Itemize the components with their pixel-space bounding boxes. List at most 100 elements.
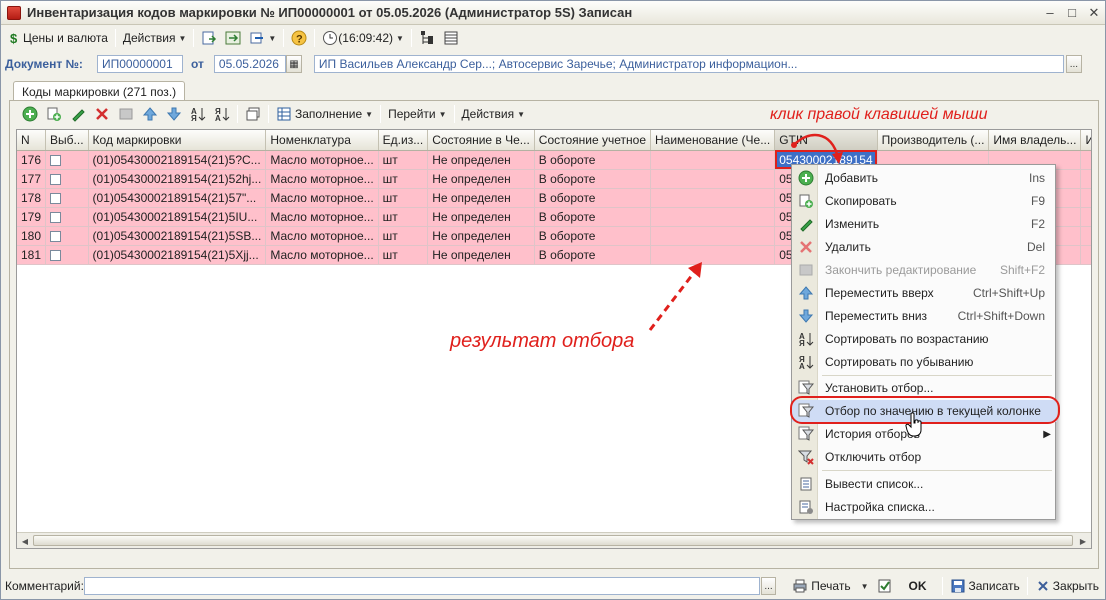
menu-item-copy[interactable]: Скопировать F9 xyxy=(792,190,1057,212)
filter-history-icon xyxy=(798,426,815,442)
sort-asc-button[interactable]: АЯ xyxy=(186,104,210,124)
close-button[interactable]: Закрыть xyxy=(1031,576,1103,596)
row-checkbox[interactable] xyxy=(50,154,62,166)
minimize-button[interactable]: – xyxy=(1039,4,1061,22)
toolbar-separator xyxy=(314,29,316,47)
document-move-icon xyxy=(201,30,217,46)
menu-item-add[interactable]: Добавить Ins xyxy=(792,167,1057,189)
horizontal-scrollbar[interactable]: ◀ ▶ xyxy=(17,532,1091,548)
cell-name-ch xyxy=(650,150,776,170)
column-header-name-ch[interactable]: Наименование (Че... xyxy=(650,130,776,151)
column-header-state-ch[interactable]: Состояние в Че... xyxy=(427,130,535,151)
svg-text:А: А xyxy=(215,114,221,122)
menu-item-shortcut: Del xyxy=(1026,240,1045,254)
menu-item-label: Сортировать по возрастанию xyxy=(825,332,989,346)
svg-text:А: А xyxy=(799,362,805,370)
add-row-button[interactable] xyxy=(18,104,42,124)
cell-code: (01)05430002189154(21)5SB... xyxy=(88,226,267,246)
document-number-field[interactable]: ИП00000001 xyxy=(97,55,183,73)
scrollbar-thumb[interactable] xyxy=(33,535,1073,546)
arrow-up-icon xyxy=(798,285,814,301)
close-icon xyxy=(1035,578,1051,594)
fill-menu-button[interactable]: Заполнение ▼ xyxy=(272,104,377,124)
edit-row-button[interactable] xyxy=(66,104,90,124)
comment-input[interactable] xyxy=(83,577,760,595)
row-checkbox[interactable] xyxy=(50,211,62,223)
document-date-field[interactable]: 05.05.2026 xyxy=(213,55,286,73)
ok-button[interactable]: OK xyxy=(897,576,939,596)
goto-menu-button[interactable]: Перейти ▼ xyxy=(384,104,450,124)
column-header-state-acc[interactable]: Состояние учетное xyxy=(534,130,652,151)
end-edit-icon xyxy=(798,262,814,278)
calendar-button[interactable]: ▦ xyxy=(285,55,302,73)
close-window-button[interactable]: ✕ xyxy=(1083,4,1105,22)
scroll-left-icon[interactable]: ◀ xyxy=(19,535,31,547)
clock-icon xyxy=(322,30,338,46)
row-checkbox[interactable] xyxy=(50,249,62,261)
menu-item-move-up[interactable]: Переместить вверх Ctrl+Shift+Up xyxy=(792,282,1057,304)
cell-unit: шт xyxy=(378,245,429,265)
document-info-field[interactable]: ИП Васильев Александр Сер...; Автосервис… xyxy=(313,55,1064,73)
save-icon xyxy=(950,578,966,594)
cell-unit: шт xyxy=(378,169,429,189)
fill-label: Заполнение xyxy=(295,107,363,121)
scroll-right-icon[interactable]: ▶ xyxy=(1077,535,1089,547)
toolbar-separator xyxy=(453,105,455,123)
document-info-select-button[interactable]: ... xyxy=(1065,55,1082,73)
menu-item-output-list[interactable]: Вывести список... xyxy=(792,473,1057,495)
copy-row-button[interactable] xyxy=(42,104,66,124)
actions-menu-button[interactable]: Действия ▼ xyxy=(119,28,191,48)
arrow-up-icon xyxy=(142,106,158,122)
list-settings-icon xyxy=(798,499,814,515)
cell-selected xyxy=(45,150,89,170)
column-header-selected[interactable]: Выб... xyxy=(45,130,89,151)
move-down-button[interactable] xyxy=(162,104,186,124)
print-button[interactable]: Печать ▼ xyxy=(788,576,872,596)
toolbar-separator xyxy=(941,577,943,595)
sort-desc-button[interactable]: ЯА xyxy=(210,104,234,124)
cell-selected xyxy=(45,245,89,265)
column-header-manufacturer[interactable]: Производитель (... xyxy=(877,130,990,151)
check-button[interactable] xyxy=(873,576,897,596)
comment-select-button[interactable]: ... xyxy=(760,577,777,595)
add-icon xyxy=(798,170,814,186)
structure-button[interactable] xyxy=(221,28,245,48)
move-doc-button[interactable] xyxy=(197,28,221,48)
exchange-button[interactable]: ▼ xyxy=(245,28,280,48)
menu-item-move-down[interactable]: Переместить вниз Ctrl+Shift+Down xyxy=(792,305,1057,327)
delete-row-button[interactable] xyxy=(90,104,114,124)
tab-marking-codes[interactable]: Коды маркировки (271 поз.) xyxy=(13,81,186,101)
row-checkbox[interactable] xyxy=(50,173,62,185)
cell-selected xyxy=(45,207,89,227)
cell-state-acc: В обороте xyxy=(534,169,652,189)
column-header-code[interactable]: Код маркировки xyxy=(88,130,267,151)
pencil-icon xyxy=(798,216,814,232)
menu-item-delete[interactable]: Удалить Del xyxy=(792,236,1057,258)
menu-item-edit[interactable]: Изменить F2 xyxy=(792,213,1057,235)
prices-button[interactable]: $ Цены и валюта xyxy=(3,28,112,48)
column-header-owner-inn[interactable]: ИНН владел... xyxy=(1080,130,1091,151)
cell-owner-inn xyxy=(1080,150,1091,170)
column-header-n[interactable]: N xyxy=(17,130,47,151)
panel-actions-menu-button[interactable]: Действия ▼ xyxy=(458,104,530,124)
menu-item-sort-desc[interactable]: ЯА Сортировать по убыванию xyxy=(792,351,1057,373)
menu-item-sort-asc[interactable]: АЯ Сортировать по возрастанию xyxy=(792,328,1057,350)
column-header-nomenclature[interactable]: Номенклатура xyxy=(265,130,379,151)
row-checkbox[interactable] xyxy=(50,192,62,204)
move-up-button[interactable] xyxy=(138,104,162,124)
end-edit-button[interactable] xyxy=(114,104,138,124)
list-view-button[interactable] xyxy=(439,28,463,48)
menu-item-disable-filter[interactable]: Отключить отбор xyxy=(792,446,1057,468)
cell-name-ch xyxy=(650,188,776,208)
row-checkbox[interactable] xyxy=(50,230,62,242)
time-button[interactable]: (16:09:42) ▼ xyxy=(318,28,408,48)
help-button[interactable]: ? xyxy=(287,28,311,48)
windows-button[interactable] xyxy=(241,104,265,124)
maximize-button[interactable]: □ xyxy=(1061,4,1083,22)
column-header-unit[interactable]: Ед.из... xyxy=(378,130,429,151)
svg-text:Я: Я xyxy=(191,114,197,122)
menu-item-list-settings[interactable]: Настройка списка... xyxy=(792,496,1057,518)
column-header-owner-name[interactable]: Имя владель... xyxy=(988,130,1082,151)
hierarchy-button[interactable] xyxy=(415,28,439,48)
save-button[interactable]: Записать xyxy=(946,576,1024,596)
